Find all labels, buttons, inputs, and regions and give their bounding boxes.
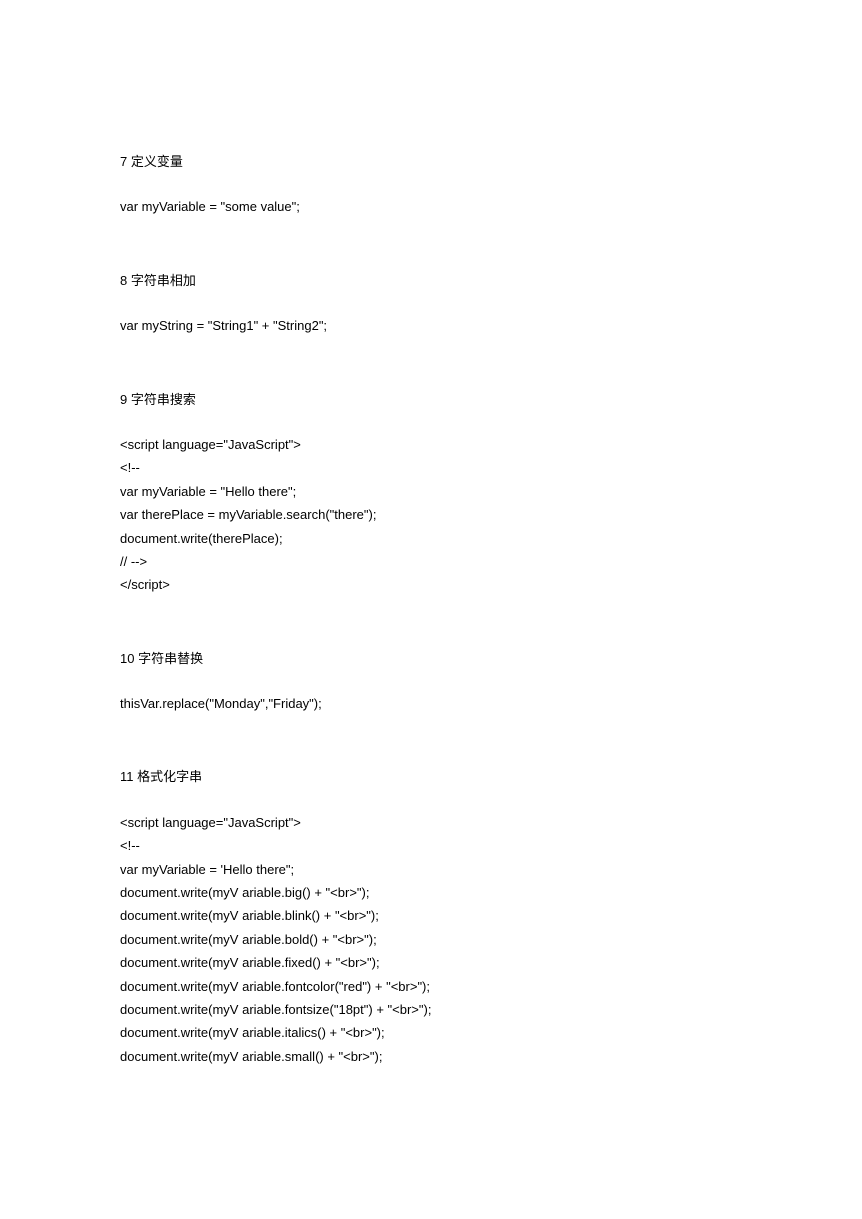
code-block: <script language="JavaScript"> <!-- var … <box>120 433 742 597</box>
code-line: document.write(myV ariable.big() + "<br>… <box>120 881 742 904</box>
code-line: var myVariable = 'Hello there"; <box>120 858 742 881</box>
code-block: thisVar.replace("Monday","Friday"); <box>120 692 742 715</box>
code-line: document.write(myV ariable.small() + "<b… <box>120 1045 742 1068</box>
section-heading: 9 字符串搜索 <box>120 388 742 411</box>
code-line: </script> <box>120 573 742 596</box>
code-line: document.write(myV ariable.italics() + "… <box>120 1021 742 1044</box>
document-page: 7 定义变量 var myVariable = "some value"; 8 … <box>0 0 862 1219</box>
section-heading: 8 字符串相加 <box>120 269 742 292</box>
code-line: thisVar.replace("Monday","Friday"); <box>120 692 742 715</box>
code-line: document.write(myV ariable.fontcolor("re… <box>120 975 742 998</box>
code-line: document.write(myV ariable.fontsize("18p… <box>120 998 742 1021</box>
code-line: var myString = "String1" + "String2"; <box>120 314 742 337</box>
code-line: <!-- <box>120 834 742 857</box>
code-block: <script language="JavaScript"> <!-- var … <box>120 811 742 1068</box>
section-heading: 10 字符串替换 <box>120 647 742 670</box>
code-line: var therePlace = myVariable.search("ther… <box>120 503 742 526</box>
code-line: <!-- <box>120 456 742 479</box>
code-line: var myVariable = "Hello there"; <box>120 480 742 503</box>
section-heading: 11 格式化字串 <box>120 765 742 788</box>
code-block: var myString = "String1" + "String2"; <box>120 314 742 337</box>
code-line: document.write(myV ariable.bold() + "<br… <box>120 928 742 951</box>
code-line: document.write(therePlace); <box>120 527 742 550</box>
code-line: <script language="JavaScript"> <box>120 811 742 834</box>
code-block: var myVariable = "some value"; <box>120 195 742 218</box>
code-line: <script language="JavaScript"> <box>120 433 742 456</box>
code-line: var myVariable = "some value"; <box>120 195 742 218</box>
code-line: document.write(myV ariable.fixed() + "<b… <box>120 951 742 974</box>
section-heading: 7 定义变量 <box>120 150 742 173</box>
code-line: // --> <box>120 550 742 573</box>
code-line: document.write(myV ariable.blink() + "<b… <box>120 904 742 927</box>
